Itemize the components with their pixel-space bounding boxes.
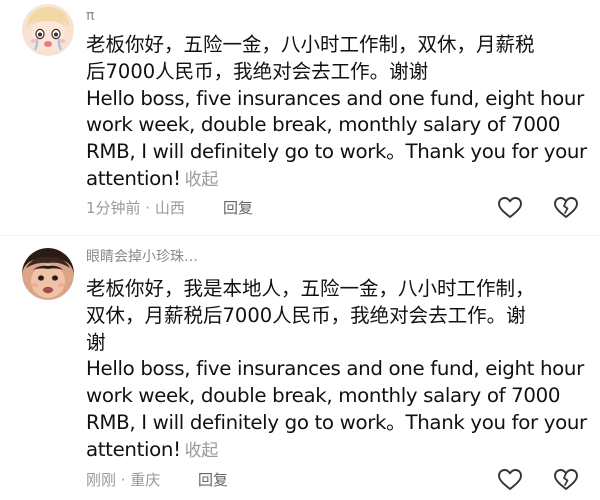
reply-button[interactable]: 回复	[223, 198, 253, 218]
comment-text-line: RMB, I will definitely go to work。Thank …	[86, 140, 587, 164]
comment-text-line-last: attention! 收起	[86, 166, 591, 194]
reply-button[interactable]: 回复	[198, 470, 228, 490]
broken-heart-icon	[554, 469, 578, 490]
comment-time-location: 1分钟前 · 山西	[86, 199, 185, 217]
comment-body: 老板你好，五险一金，八小时工作制，双休，月薪税 后7000人民币，我绝对会去工作…	[86, 32, 591, 194]
comment-text-line: 双休，月薪税后7000人民币，我绝对会去工作。谢	[86, 303, 526, 327]
comment-text-line: 谢	[86, 330, 106, 354]
comment-item: 眼睛会掉小珍珠… 老板你好，我是本地人，五险一金，八小时工作制， 双休，月薪税后…	[0, 236, 600, 500]
avatar[interactable]	[22, 4, 74, 56]
comment-body: 老板你好，我是本地人，五险一金，八小时工作制， 双休，月薪税后7000人民币，我…	[86, 276, 591, 465]
comment-text-line: work week, double break, monthly salary …	[86, 384, 561, 408]
username[interactable]: 眼睛会掉小珍珠…	[86, 248, 198, 266]
comment-text-line: work week, double break, monthly salary …	[86, 113, 561, 137]
comment-text-line: 老板你好，我是本地人，五险一金，八小时工作制，	[86, 277, 535, 300]
comment-text-line: RMB, I will definitely go to work。Thank …	[86, 410, 587, 434]
comment-text-line-last: attention! 收起	[86, 437, 591, 465]
dislike-button[interactable]	[553, 468, 579, 492]
dislike-button[interactable]	[553, 196, 579, 220]
comment-time-location: 刚刚 · 重庆	[86, 471, 161, 489]
comment-list: π 老板你好，五险一金，八小时工作制，双休，月薪税 后7000人民币，我绝对会去…	[0, 0, 600, 500]
comment-text-line: Hello boss, five insurances and one fund…	[86, 357, 584, 381]
username[interactable]: π	[86, 7, 94, 25]
like-button[interactable]	[497, 468, 523, 492]
heart-outline-icon	[498, 469, 522, 490]
comment-text-line: Hello boss, five insurances and one fund…	[86, 86, 584, 110]
like-button[interactable]	[497, 196, 523, 220]
heart-outline-icon	[498, 197, 522, 218]
broken-heart-icon	[554, 197, 578, 218]
comment-text-line: 后7000人民币，我绝对会去工作。谢谢	[86, 59, 429, 83]
comment-text-line: 老板你好，五险一金，八小时工作制，双休，月薪税	[86, 33, 535, 56]
comment-text-fragment: attention!	[86, 437, 181, 461]
avatar[interactable]	[22, 248, 74, 300]
collapse-link[interactable]: 收起	[185, 441, 219, 461]
crying-child-avatar-icon	[22, 248, 74, 300]
collapse-link[interactable]: 收起	[185, 170, 219, 190]
cartoon-girl-avatar-icon	[22, 4, 74, 56]
comment-text-fragment: attention!	[86, 166, 181, 190]
comment-item: π 老板你好，五险一金，八小时工作制，双休，月薪税 后7000人民币，我绝对会去…	[0, 0, 600, 236]
